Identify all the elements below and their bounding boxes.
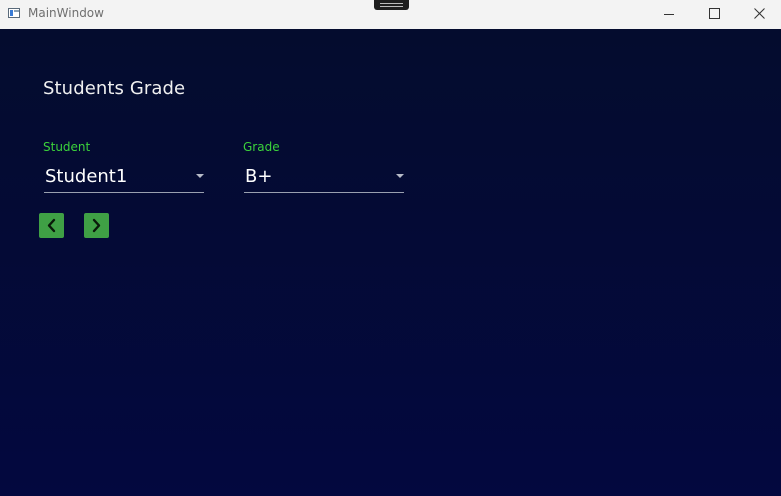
chevron-right-icon	[92, 218, 101, 233]
grade-label: Grade	[243, 140, 280, 154]
main-window: MainWindow Students Grade Student Studen…	[0, 0, 781, 496]
app-icon	[8, 8, 20, 18]
maximize-button[interactable]	[691, 0, 737, 29]
chevron-left-icon	[47, 218, 56, 233]
previous-button[interactable]	[39, 213, 64, 238]
close-icon	[754, 8, 765, 19]
next-button[interactable]	[84, 213, 109, 238]
dropdown-arrow-icon	[196, 174, 204, 178]
title-bar[interactable]: MainWindow	[0, 0, 781, 29]
student-combobox[interactable]: Student1	[44, 162, 204, 193]
student-label: Student	[43, 140, 91, 154]
dropdown-arrow-icon	[396, 174, 404, 178]
grade-selected-value: B+	[245, 166, 273, 187]
minimize-button[interactable]	[645, 0, 691, 29]
content-area: Students Grade Student Student1 Grade B+	[0, 29, 781, 496]
window-title: MainWindow	[28, 6, 104, 20]
close-button[interactable]	[737, 0, 781, 29]
debug-toolbar-handle[interactable]	[374, 0, 409, 10]
page-title: Students Grade	[43, 78, 186, 99]
grade-combobox[interactable]: B+	[244, 162, 404, 193]
student-selected-value: Student1	[45, 166, 128, 187]
